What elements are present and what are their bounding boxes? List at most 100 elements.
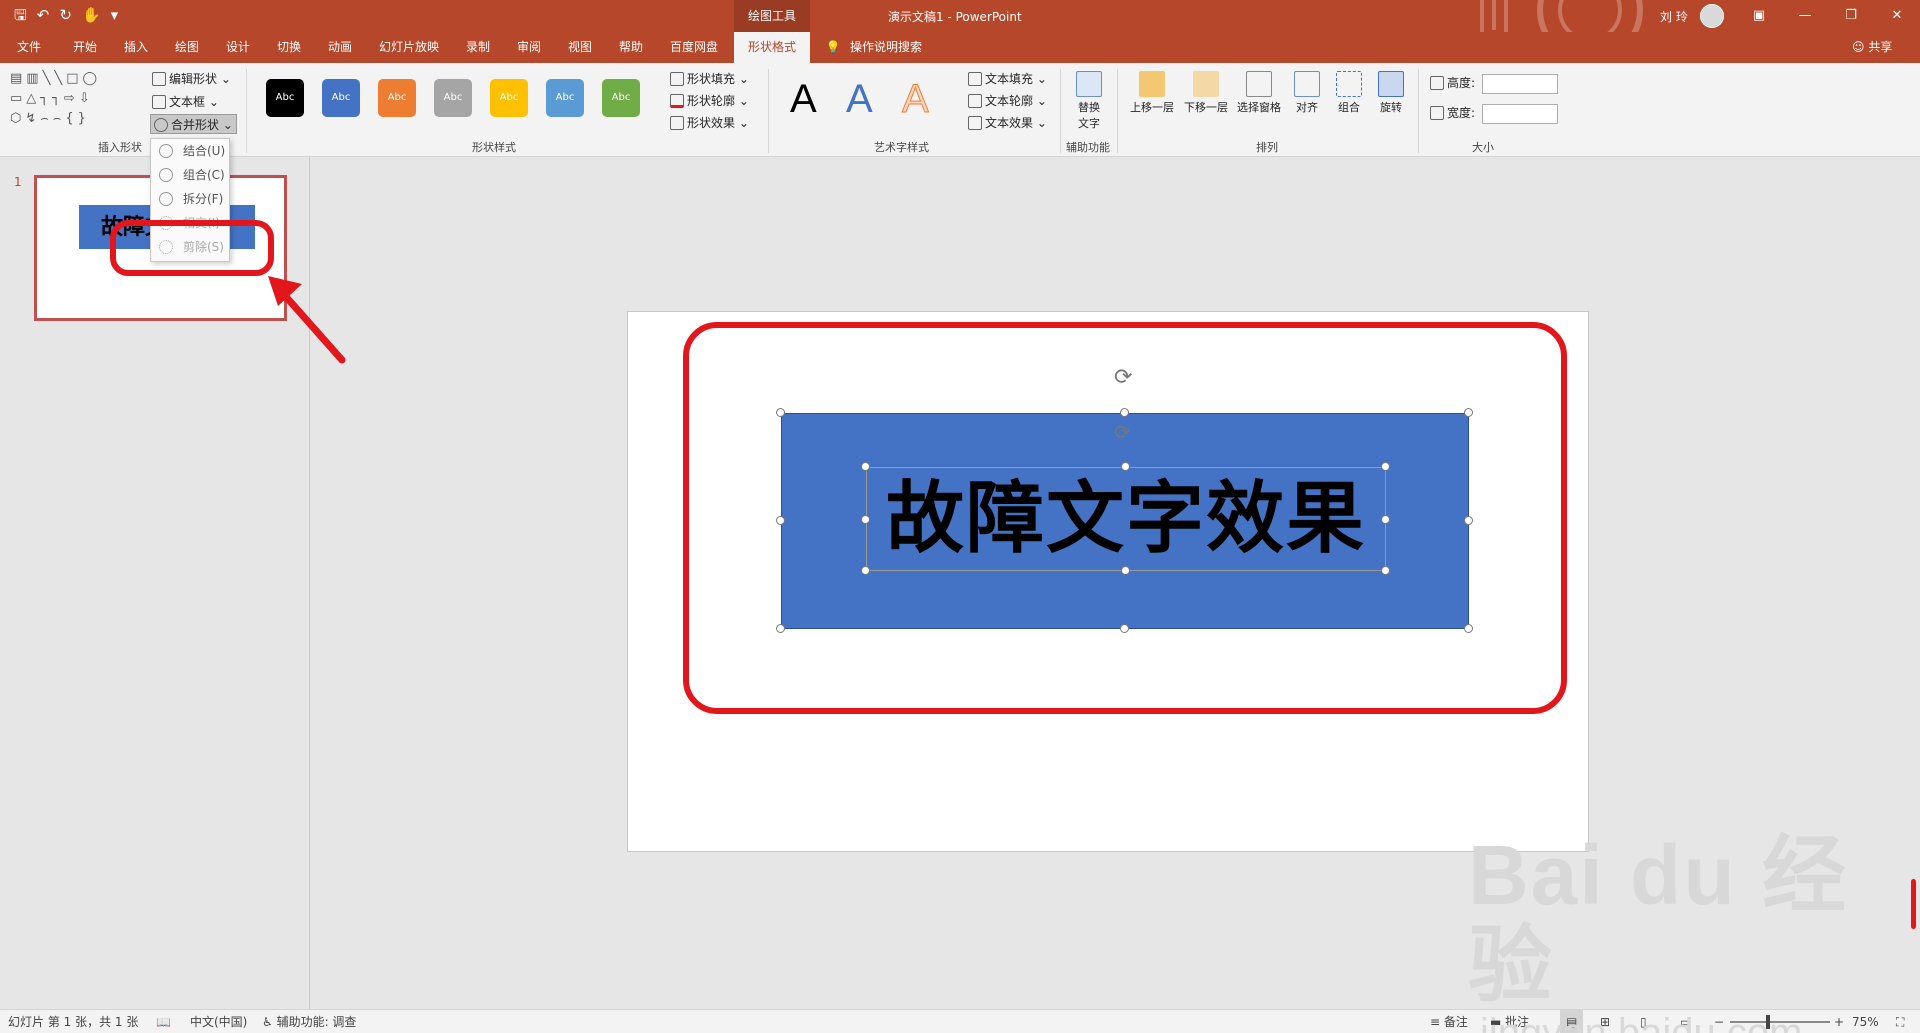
tab-file[interactable]: 文件	[12, 32, 46, 63]
zoom-in-icon[interactable]: +	[1834, 1010, 1844, 1033]
shape-effects-button[interactable]: 形状效果 ⌄	[670, 113, 749, 133]
merge-shapes-button[interactable]: 合并形状 ⌄	[150, 114, 237, 134]
ribbon-tabs: 文件 开始 插入 绘图 设计 切换 动画 幻灯片放映 录制 审阅 视图 帮助 百…	[0, 32, 1920, 63]
height-input[interactable]	[1482, 74, 1558, 94]
zoom-out-icon[interactable]: −	[1714, 1010, 1724, 1033]
notes-button[interactable]: ≡ 备注	[1430, 1010, 1468, 1033]
scroll-indicator[interactable]	[1911, 879, 1916, 929]
tell-me-search[interactable]: 操作说明搜索	[846, 32, 926, 63]
tab-draw[interactable]: 绘图	[168, 32, 206, 63]
slide-info: 幻灯片 第 1 张，共 1 张	[8, 1015, 139, 1029]
pen-icon	[670, 94, 684, 108]
tab-transitions[interactable]: 切换	[270, 32, 308, 63]
text-effects-button[interactable]: 文本效果 ⌄	[968, 113, 1047, 133]
spell-check-icon[interactable]: 📖	[156, 1010, 171, 1033]
close-icon[interactable]: ✕	[1874, 0, 1920, 32]
union-icon	[159, 144, 173, 158]
notes-icon: ≡	[1430, 1015, 1444, 1029]
width-icon	[1430, 106, 1444, 120]
tab-slideshow[interactable]: 幻灯片放映	[372, 32, 446, 63]
text-fill-button[interactable]: 文本填充 ⌄	[968, 69, 1047, 89]
wordart-style-orange-outline[interactable]: A	[902, 77, 930, 122]
height-label: 高度:	[1430, 73, 1475, 93]
tab-view[interactable]: 视图	[561, 32, 599, 63]
save-icon[interactable]: 🖫	[14, 6, 27, 24]
touch-mode-icon[interactable]: ✋	[82, 6, 101, 24]
wordart-style-black[interactable]: A	[790, 77, 817, 121]
menu-union[interactable]: 结合(U)	[151, 139, 229, 163]
group-icon	[1336, 71, 1362, 97]
tab-review[interactable]: 审阅	[510, 32, 548, 63]
tab-design[interactable]: 设计	[219, 32, 257, 63]
shape-effects-label: 形状效果	[687, 116, 736, 130]
shape-style-orange[interactable]: Abc	[378, 79, 416, 117]
width-text: 宽度:	[1447, 106, 1476, 120]
ribbon-display-options-icon[interactable]: ▣	[1736, 0, 1782, 32]
alt-text-button[interactable]: 替换 文字	[1074, 71, 1104, 131]
edit-shape-button[interactable]: 编辑形状 ⌄	[152, 69, 231, 89]
align-button[interactable]: 对齐	[1290, 71, 1324, 115]
merge-shapes-icon	[154, 118, 168, 132]
baidu-jingyan-watermark: Bai du 经验 jingyan.baidu.com	[1468, 830, 1920, 1033]
language-indicator[interactable]: 中文(中国)	[190, 1010, 247, 1033]
send-backward-button[interactable]: 下移一层	[1181, 71, 1231, 115]
wordart-style-blue[interactable]: A	[846, 77, 873, 121]
shape-style-black[interactable]: Abc	[266, 79, 304, 117]
rotate-button[interactable]: 旋转	[1374, 71, 1408, 115]
text-effects-icon	[968, 116, 982, 130]
accessibility-status[interactable]: ♿ 辅助功能: 调查	[262, 1010, 356, 1033]
window-controls: ▣ — ❐ ✕	[1736, 0, 1920, 32]
comments-button[interactable]: ▬ 批注	[1490, 1010, 1529, 1033]
shape-fill-button[interactable]: 形状填充 ⌄	[670, 69, 749, 89]
tab-help[interactable]: 帮助	[612, 32, 650, 63]
tab-insert[interactable]: 插入	[117, 32, 155, 63]
customize-qat-icon[interactable]: ▾	[111, 6, 119, 24]
paint-bucket-icon	[670, 72, 684, 86]
user-name[interactable]: 刘 玲	[1660, 8, 1688, 25]
group-button[interactable]: 组合	[1332, 71, 1366, 115]
normal-view-icon[interactable]: ▤	[1560, 1010, 1584, 1033]
shapes-gallery[interactable]: ▤▥╲╲□◯ ▭△┐┐⇨⇩ ⬡↯⌢⌢{}	[10, 69, 140, 133]
merge-shapes-label: 合并形状	[171, 118, 220, 132]
menu-fragment[interactable]: 拆分(F)	[151, 187, 229, 211]
shape-style-blue[interactable]: Abc	[322, 79, 360, 117]
ribbon-separator	[1060, 69, 1061, 153]
reading-view-icon[interactable]: ▯	[1640, 1010, 1647, 1033]
zoom-level[interactable]: 75%	[1852, 1010, 1879, 1033]
tab-baidu-netdisk[interactable]: 百度网盘	[663, 32, 725, 63]
tab-record[interactable]: 录制	[459, 32, 497, 63]
tab-animations[interactable]: 动画	[321, 32, 359, 63]
shape-style-gray[interactable]: Abc	[434, 79, 472, 117]
ribbon-separator	[1117, 69, 1118, 153]
undo-icon[interactable]: ↶	[37, 6, 50, 24]
shape-outline-button[interactable]: 形状轮廓 ⌄	[670, 91, 749, 111]
minimize-icon[interactable]: —	[1782, 0, 1828, 32]
tab-home[interactable]: 开始	[66, 32, 104, 63]
tab-shape-format[interactable]: 形状格式	[734, 32, 810, 63]
fit-to-window-icon[interactable]: ⛶	[1896, 1010, 1904, 1033]
bring-forward-button[interactable]: 上移一层	[1127, 71, 1177, 115]
zoom-slider-thumb[interactable]	[1766, 1015, 1770, 1029]
lightbulb-icon: 💡	[825, 40, 841, 54]
user-avatar[interactable]	[1700, 4, 1724, 28]
comments-label: 批注	[1505, 1015, 1530, 1029]
width-input[interactable]	[1482, 104, 1558, 124]
text-outline-button[interactable]: 文本轮廓 ⌄	[968, 91, 1047, 111]
menu-union-label: 结合(U)	[183, 144, 226, 158]
slide-sorter-icon[interactable]: ⊞	[1600, 1010, 1610, 1033]
menu-combine[interactable]: 组合(C)	[151, 163, 229, 187]
redo-icon[interactable]: ↻	[59, 6, 72, 24]
text-box-button[interactable]: 文本框 ⌄	[152, 92, 219, 112]
restore-icon[interactable]: ❐	[1828, 0, 1874, 32]
shape-style-green[interactable]: Abc	[602, 79, 640, 117]
selection-pane-button[interactable]: 选择窗格	[1234, 71, 1284, 115]
shape-styles-group-label: 形状样式	[472, 141, 516, 154]
slideshow-icon[interactable]: ▭	[1680, 1010, 1691, 1033]
edit-points-icon	[152, 72, 166, 86]
shape-style-gold[interactable]: Abc	[490, 79, 528, 117]
fragment-icon	[159, 192, 173, 206]
zoom-slider[interactable]	[1730, 1021, 1830, 1023]
width-label: 宽度:	[1430, 103, 1475, 123]
share-button[interactable]: ☺ 共享	[1852, 32, 1892, 63]
shape-style-lightblue[interactable]: Abc	[546, 79, 584, 117]
